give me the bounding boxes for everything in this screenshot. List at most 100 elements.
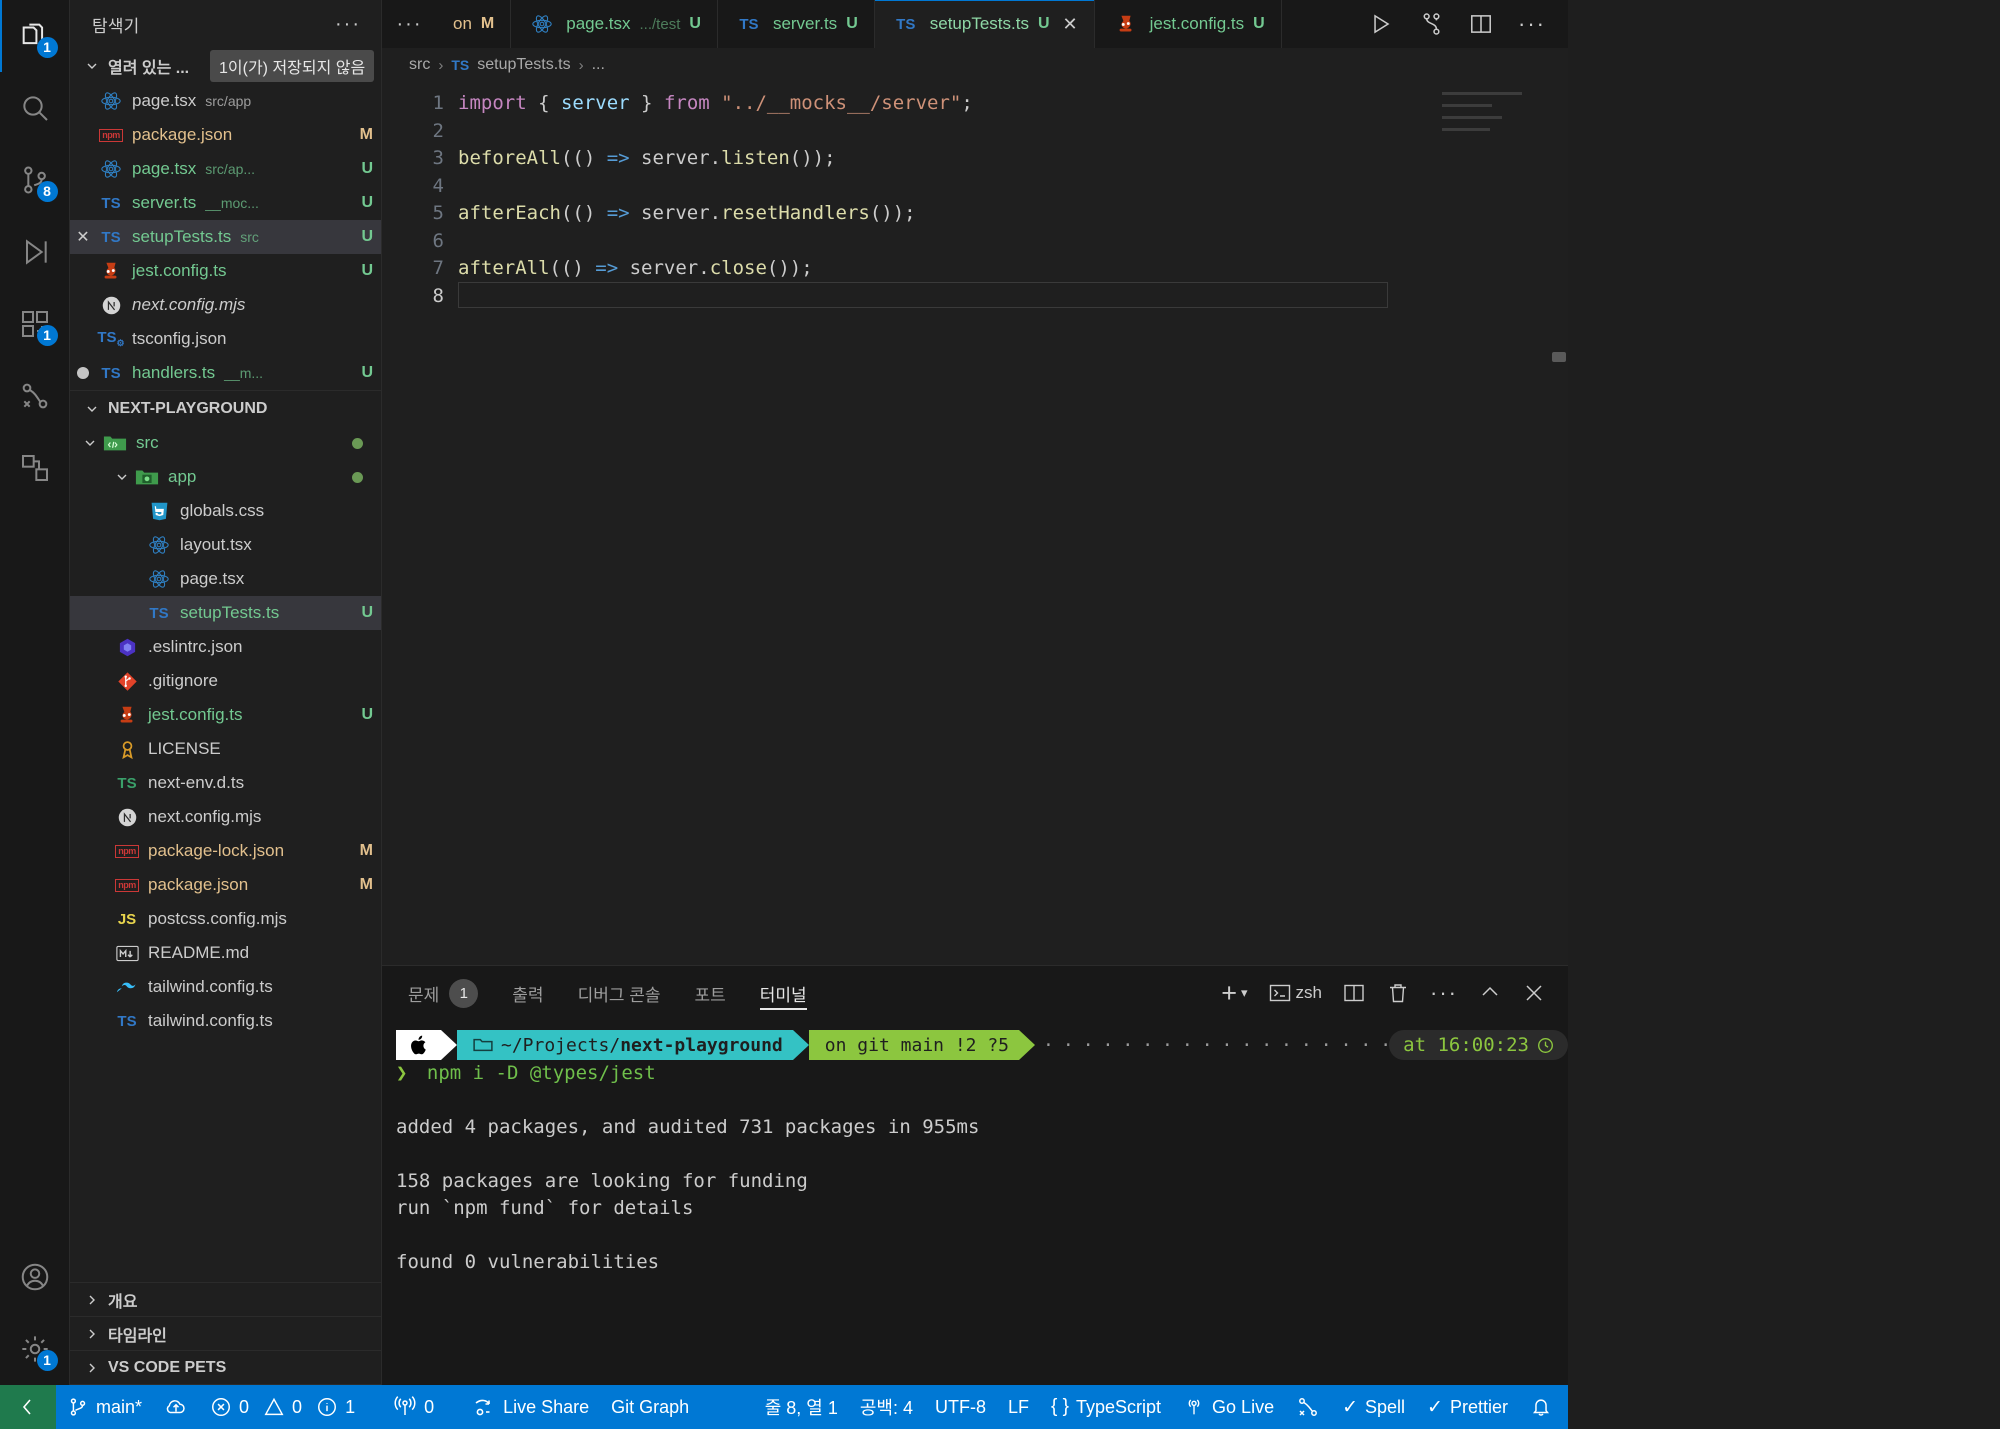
run-file-button[interactable]: [1368, 11, 1394, 37]
tab-status-badge: U: [1037, 15, 1050, 32]
extensions-badge: 1: [36, 325, 58, 346]
terminal-output[interactable]: ~/Projects/next-playground on git main !…: [382, 1020, 1568, 1385]
panel-tab-output[interactable]: 출력: [512, 966, 543, 1020]
file-tree-item[interactable]: TS next-env.d.ts: [70, 766, 381, 800]
sidebar-section-vs-code-pets[interactable]: VS CODE PETS: [70, 1351, 381, 1385]
panel-tab-problems[interactable]: 문제 1: [408, 966, 479, 1020]
panel-tab-bar: 문제 1 출력 디버그 콘솔 포트 터미널 + ▾ zsh ···: [382, 966, 1568, 1020]
tabs-overflow-button[interactable]: ···: [382, 0, 437, 48]
panel-tab-ports[interactable]: 포트: [695, 966, 726, 1020]
status-radio-tower[interactable]: 0: [382, 1385, 445, 1429]
file-tree-item[interactable]: src: [70, 426, 381, 460]
file-tree-item[interactable]: TS setupTests.ts U: [70, 596, 381, 630]
activity-item-test-explorer[interactable]: [0, 432, 70, 504]
workspace-section-header[interactable]: NEXT-PLAYGROUND: [70, 390, 381, 426]
open-editor-item[interactable]: page.tsx src/app: [70, 84, 381, 118]
status-branch[interactable]: main*: [56, 1385, 153, 1429]
file-tree-item[interactable]: .eslintrc.json: [70, 630, 381, 664]
editor-tab[interactable]: jest.config.ts U: [1095, 0, 1282, 48]
status-remote-tunnel[interactable]: [1285, 1385, 1331, 1429]
braces-icon: { }: [1051, 1396, 1069, 1417]
editor-scrollbar-thumb[interactable]: [1552, 352, 1566, 362]
file-tree-item[interactable]: next.config.mjs: [70, 800, 381, 834]
status-git-graph[interactable]: Git Graph: [600, 1385, 700, 1429]
open-editor-item[interactable]: TS handlers.ts __m... U: [70, 356, 381, 390]
new-terminal-button[interactable]: + ▾: [1221, 979, 1247, 1007]
file-tree-item[interactable]: globals.css: [70, 494, 381, 528]
status-indentation[interactable]: 공백: 4: [849, 1385, 924, 1429]
file-tree-item[interactable]: jest.config.ts U: [70, 698, 381, 732]
editor-tab[interactable]: TS setupTests.ts U ✕: [874, 0, 1095, 48]
code-token: close: [709, 257, 767, 279]
file-tree-item[interactable]: page.tsx: [70, 562, 381, 596]
close-icon[interactable]: ✕: [70, 227, 96, 247]
status-problems[interactable]: 0 0 1: [199, 1385, 366, 1429]
next-icon: [96, 295, 126, 316]
chevron-down-icon[interactable]: [112, 467, 132, 487]
file-tree-item[interactable]: JS postcss.config.mjs: [70, 902, 381, 936]
editor-tab[interactable]: page.tsx .../test U: [511, 0, 718, 48]
panel-tab-terminal[interactable]: 터미널: [759, 966, 807, 1020]
status-prettier[interactable]: ✓ Prettier: [1416, 1385, 1519, 1429]
breadcrumb-part-1[interactable]: setupTests.ts: [477, 56, 570, 74]
sidebar-section-outline[interactable]: 개요: [70, 1283, 381, 1317]
activity-item-source-control[interactable]: 8: [0, 144, 70, 216]
file-tree-item[interactable]: README.md: [70, 936, 381, 970]
activity-item-remote-explorer[interactable]: [0, 360, 70, 432]
shell-indicator[interactable]: zsh: [1268, 981, 1322, 1005]
file-tree-item[interactable]: layout.tsx: [70, 528, 381, 562]
file-tree-item[interactable]: LICENSE: [70, 732, 381, 766]
code-editor[interactable]: 1 2 3 4 5 6 7 8 import { server } from "../__mo…: [382, 82, 1568, 965]
open-editor-item[interactable]: TS server.ts __moc... U: [70, 186, 381, 220]
git-fork-icon[interactable]: [1418, 11, 1444, 37]
status-cursor-position[interactable]: 줄 8, 열 1: [754, 1385, 849, 1429]
kill-terminal-button[interactable]: [1386, 981, 1410, 1005]
activity-item-run-debug[interactable]: [0, 216, 70, 288]
split-editor-button[interactable]: [1468, 11, 1494, 37]
panel-more-button[interactable]: ···: [1430, 980, 1458, 1006]
sidebar-section-timeline[interactable]: 타임라인: [70, 1317, 381, 1351]
open-editor-item[interactable]: TS⚙ tsconfig.json: [70, 322, 381, 356]
open-editor-item[interactable]: next.config.mjs: [70, 288, 381, 322]
open-editor-item[interactable]: page.tsx src/ap... U: [70, 152, 381, 186]
chevron-down-icon[interactable]: [80, 433, 100, 453]
file-tree-item[interactable]: tailwind.config.ts: [70, 970, 381, 1004]
status-encoding[interactable]: UTF-8: [924, 1385, 997, 1429]
file-tree-item[interactable]: TS tailwind.config.ts: [70, 1004, 381, 1038]
more-actions-button[interactable]: ···: [1518, 11, 1546, 37]
status-eol[interactable]: LF: [997, 1385, 1040, 1429]
workspace-tree-scroll[interactable]: NEXT-PLAYGROUND src app globals.css layout.…: [70, 390, 381, 1282]
minimap[interactable]: [1442, 92, 1550, 156]
status-notifications[interactable]: [1519, 1385, 1568, 1429]
status-spell-checker[interactable]: ✓ Spell: [1331, 1385, 1416, 1429]
breadcrumb-part-0[interactable]: src: [409, 56, 430, 74]
status-sync-changes[interactable]: [153, 1385, 199, 1429]
editor-tab[interactable]: on M: [437, 0, 512, 48]
open-editor-item[interactable]: npm package.json M: [70, 118, 381, 152]
file-tree-item[interactable]: npm package.json M: [70, 868, 381, 902]
file-tree-item[interactable]: npm package-lock.json M: [70, 834, 381, 868]
close-panel-button[interactable]: [1522, 981, 1546, 1005]
open-editors-section-header[interactable]: 열려 있는 ... 1이(가) 저장되지 않음: [70, 48, 381, 84]
panel-tab-debug-console[interactable]: 디버그 콘솔: [578, 966, 661, 1020]
file-tree-item[interactable]: app: [70, 460, 381, 494]
file-tree-item[interactable]: .gitignore: [70, 664, 381, 698]
sidebar-more-actions-button[interactable]: ···: [335, 13, 369, 36]
maximize-panel-button[interactable]: [1478, 981, 1502, 1005]
activity-item-search[interactable]: [0, 72, 70, 144]
activity-item-extensions[interactable]: 1: [0, 288, 70, 360]
status-language-mode[interactable]: { } TypeScript: [1040, 1385, 1172, 1429]
status-go-live[interactable]: Go Live: [1172, 1385, 1285, 1429]
breadcrumb-part-2[interactable]: ...: [592, 56, 605, 74]
remote-indicator-icon[interactable]: [0, 1385, 56, 1429]
close-icon[interactable]: ✕: [1063, 14, 1078, 35]
open-editor-item[interactable]: jest.config.ts U: [70, 254, 381, 288]
activity-item-manage[interactable]: 1: [0, 1313, 70, 1385]
activity-item-accounts[interactable]: [0, 1241, 70, 1313]
open-editor-item[interactable]: ✕ TS setupTests.ts src U: [70, 220, 381, 254]
activity-item-explorer[interactable]: 1: [0, 0, 70, 72]
status-live-share[interactable]: Live Share: [461, 1385, 600, 1429]
editor-tab[interactable]: TS server.ts U: [718, 0, 875, 48]
code-content[interactable]: import { server } from "../__mocks__/ser…: [458, 82, 1568, 965]
split-terminal-button[interactable]: [1342, 981, 1366, 1005]
